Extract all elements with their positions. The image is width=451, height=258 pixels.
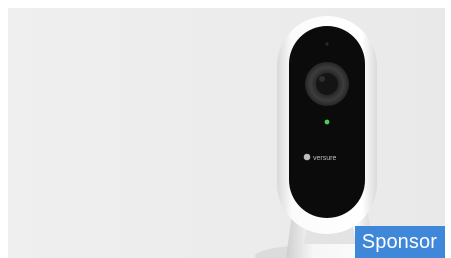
- security-camera-image[interactable]: versure: [8, 8, 445, 258]
- status-led: [324, 119, 330, 125]
- sponsored-ad-card[interactable]: versure Sponsor: [8, 8, 445, 258]
- sponsor-badge: Sponsor: [354, 226, 445, 258]
- svg-text:versure: versure: [313, 155, 336, 162]
